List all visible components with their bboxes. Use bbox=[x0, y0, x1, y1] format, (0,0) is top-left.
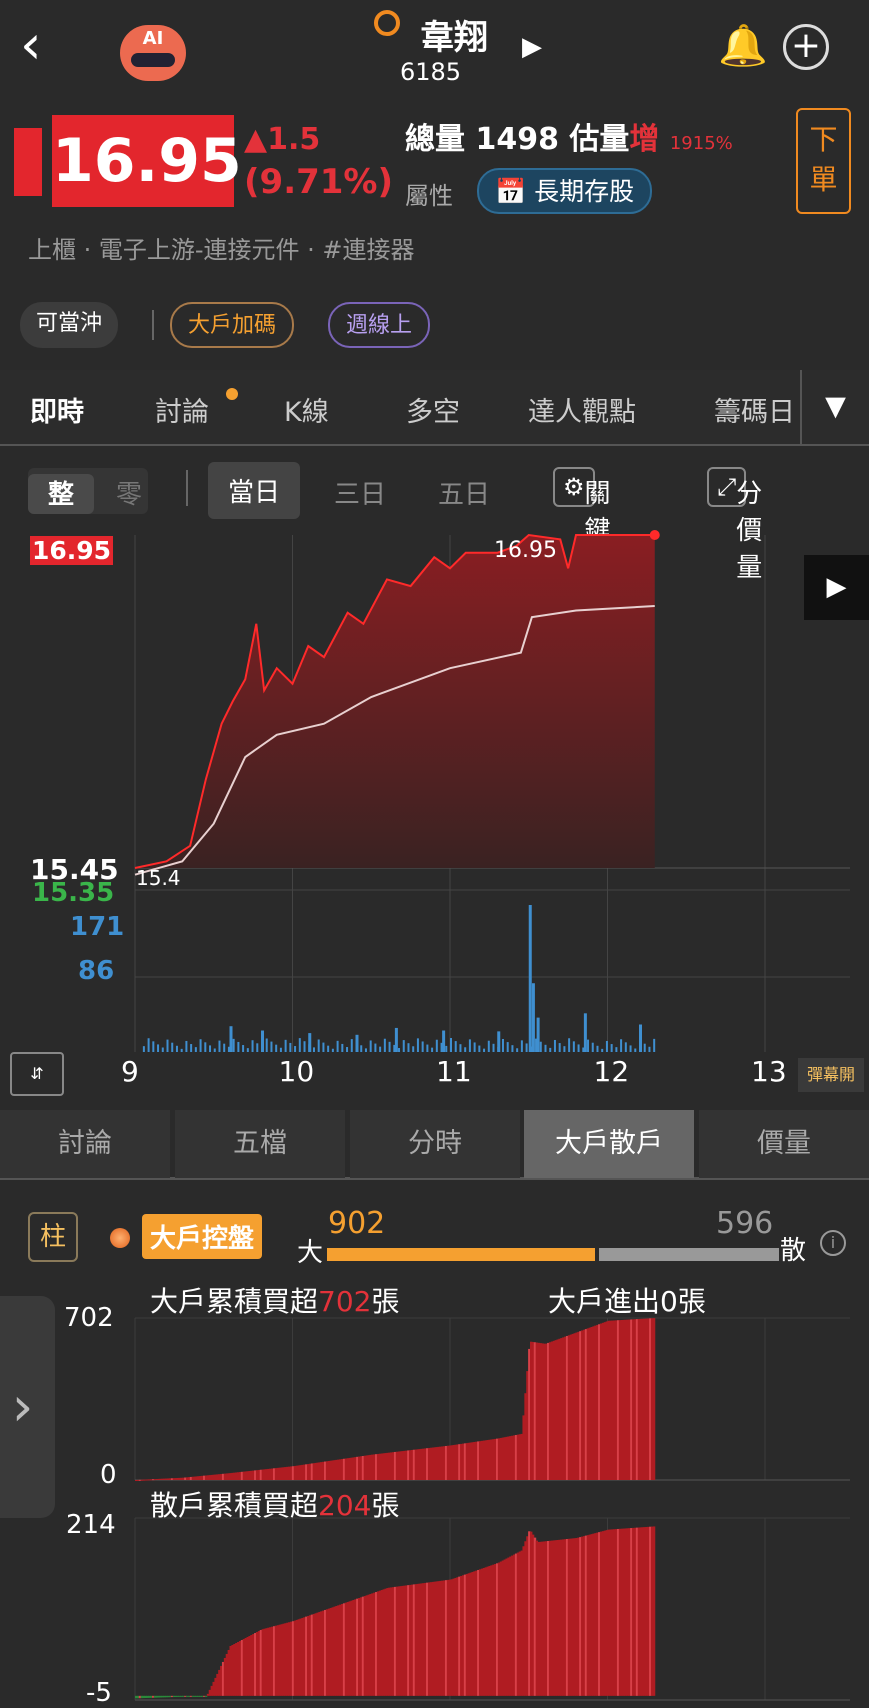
side-panel-handle[interactable]: › bbox=[0, 1296, 55, 1518]
big-holder-chart bbox=[134, 1317, 850, 1701]
cum-bar bbox=[204, 1695, 208, 1697]
cum-bar bbox=[652, 1318, 656, 1480]
cum-bar bbox=[652, 1526, 656, 1696]
